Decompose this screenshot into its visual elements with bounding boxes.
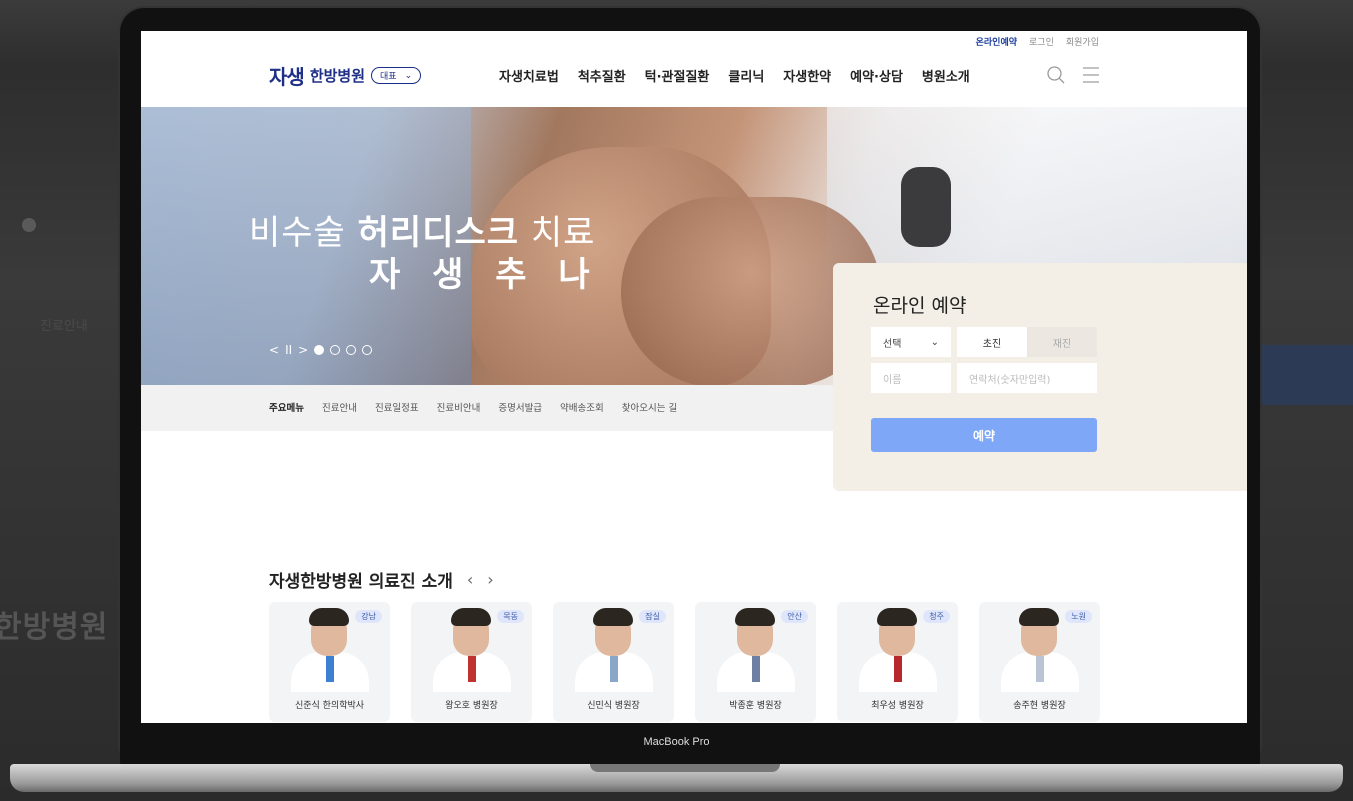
booking-title: 온라인 예약	[873, 295, 967, 317]
hero-image-watch	[901, 167, 951, 247]
branch-badge: 강남	[355, 610, 382, 623]
doctor-name: 송주현 병원장	[1013, 701, 1066, 711]
doctor-name: 왕오호 병원장	[445, 701, 498, 711]
laptop-notch	[590, 764, 780, 772]
site-logo[interactable]: 자생 한방병원 대표 ⌄	[269, 61, 422, 90]
nav-item-clinic[interactable]: 클리닉	[728, 66, 764, 85]
doctor-photo-tie	[894, 656, 902, 682]
branch-select-value: 대표	[380, 72, 397, 82]
quick-menu-item[interactable]: 진료일정표	[375, 400, 419, 414]
nav-item-tmj[interactable]: 턱·관절질환	[645, 66, 710, 85]
doctor-name: 최우성 병원장	[871, 701, 924, 711]
branch-select[interactable]: 대표 ⌄	[371, 67, 422, 84]
doctor-photo-hair	[309, 608, 349, 626]
util-online-reservation-link[interactable]: 온라인예약	[976, 35, 1017, 48]
utility-links: 온라인예약 로그인 회원가입	[976, 35, 1099, 48]
online-booking-panel: 온라인 예약 선택 ⌄ 초진 재진 이름 연락처(숫자만입력) 예약	[833, 263, 1247, 491]
quick-menu-label: 주요메뉴	[269, 403, 304, 414]
slider-pause-button[interactable]: II	[285, 343, 292, 357]
device-label: MacBook Pro	[643, 736, 710, 748]
doctor-photo-tie	[468, 656, 476, 682]
doctor-photo-tie	[752, 656, 760, 682]
doctor-name: 박종훈 병원장	[729, 701, 782, 711]
booking-submit-button[interactable]: 예약	[871, 418, 1097, 452]
util-signup-link[interactable]: 회원가입	[1066, 35, 1099, 48]
visit-type-toggle: 초진 재진	[957, 327, 1097, 357]
hero-subheadline: 자 생 추 나	[369, 255, 600, 295]
site-header: 온라인예약 로그인 회원가입 자생 한방병원 대표 ⌄ 자생치료법 척추질환 턱…	[141, 31, 1247, 107]
slider-dot[interactable]	[362, 345, 373, 355]
search-icon[interactable]	[1046, 65, 1066, 89]
slider-dot[interactable]	[314, 345, 325, 355]
phone-input[interactable]: 연락처(숫자만입력)	[957, 363, 1097, 393]
nav-item-spine[interactable]: 척추질환	[578, 66, 626, 85]
doctor-card[interactable]: 강남신준식 한의학박사	[269, 602, 390, 722]
booking-select-dropdown[interactable]: 선택 ⌄	[871, 327, 951, 357]
visit-return-option[interactable]: 재진	[1027, 327, 1097, 357]
name-input[interactable]: 이름	[871, 363, 951, 393]
nav-item-reservation[interactable]: 예약·상담	[850, 66, 903, 85]
doctor-photo-tie	[610, 656, 618, 682]
quick-menu-item[interactable]: 진료비안내	[437, 400, 481, 414]
doctors-section-title: 자생한방병원 의료진 소개	[269, 572, 453, 592]
quick-menu-item[interactable]: 찾아오시는 길	[622, 400, 677, 414]
doctor-photo-tie	[1036, 656, 1044, 682]
slider-dot[interactable]	[346, 345, 357, 355]
quick-menu-item[interactable]: 증명서발급	[498, 400, 542, 414]
slider-next-button[interactable]: >	[298, 343, 308, 357]
branch-badge: 안산	[781, 610, 808, 623]
logo-sub-text: 한방병원	[309, 67, 366, 85]
doctor-photo-tie	[326, 656, 334, 682]
slider-dot[interactable]	[330, 345, 341, 355]
doctor-name: 신준식 한의학박사	[294, 701, 365, 711]
branch-badge: 청주	[923, 610, 950, 623]
doctor-card[interactable]: 청주최우성 병원장	[837, 602, 958, 722]
chevron-down-icon: ⌄	[930, 336, 939, 348]
doctor-card-list: 강남 신준식 한의학박사 목동 왕오호 병원장 잠실 신민식 병원장 안산 박종훈 병원장 청주…	[269, 602, 1100, 722]
slider-controls: < II >	[269, 343, 373, 357]
nav-item-jaseng-therapy[interactable]: 자생치료법	[499, 66, 559, 85]
doctor-card[interactable]: 안산박종훈 병원장	[695, 602, 816, 722]
doctor-photo-hair	[735, 608, 775, 626]
background-blurred-text: 한방병원	[0, 610, 109, 645]
background-menu-text: 진료안내	[40, 319, 88, 334]
doctor-name: 신민식 병원장	[587, 701, 640, 711]
doctor-card[interactable]: 노원송주현 병원장	[979, 602, 1100, 722]
laptop-screen: 온라인예약 로그인 회원가입 자생 한방병원 대표 ⌄ 자생치료법 척추질환 턱…	[141, 31, 1247, 723]
doctor-photo-hair	[1019, 608, 1059, 626]
nav-item-about[interactable]: 병원소개	[922, 66, 970, 85]
branch-badge: 잠실	[639, 610, 666, 623]
visit-first-option[interactable]: 초진	[957, 327, 1027, 357]
branch-badge: 노원	[1065, 610, 1092, 623]
doctor-photo-hair	[451, 608, 491, 626]
chevron-down-icon: ⌄	[404, 70, 413, 81]
chevron-left-icon[interactable]: ‹	[467, 570, 473, 589]
util-login-link[interactable]: 로그인	[1029, 35, 1054, 48]
quick-menu-item[interactable]: 약배송조회	[560, 400, 604, 414]
chevron-right-icon[interactable]: ›	[487, 570, 493, 589]
booking-select-value: 선택	[883, 338, 902, 350]
doctor-card[interactable]: 목동왕오호 병원장	[411, 602, 532, 722]
hamburger-menu-icon[interactable]	[1081, 65, 1101, 89]
slider-prev-button[interactable]: <	[269, 343, 279, 357]
quick-menu-item[interactable]: 진료안내	[322, 400, 357, 414]
doctors-section-header: 자생한방병원 의료진 소개 ‹ ›	[269, 567, 494, 592]
main-nav: 자생치료법 척추질환 턱·관절질환 클리닉 자생한약 예약·상담 병원소개	[499, 66, 970, 85]
logo-main-text: 자생	[269, 65, 305, 89]
doctor-card[interactable]: 잠실신민식 병원장	[553, 602, 674, 722]
branch-badge: 목동	[497, 610, 524, 623]
nav-item-herbal[interactable]: 자생한약	[783, 66, 831, 85]
doctor-photo-hair	[877, 608, 917, 626]
doctor-photo-hair	[593, 608, 633, 626]
background-slider-dot	[22, 218, 36, 232]
